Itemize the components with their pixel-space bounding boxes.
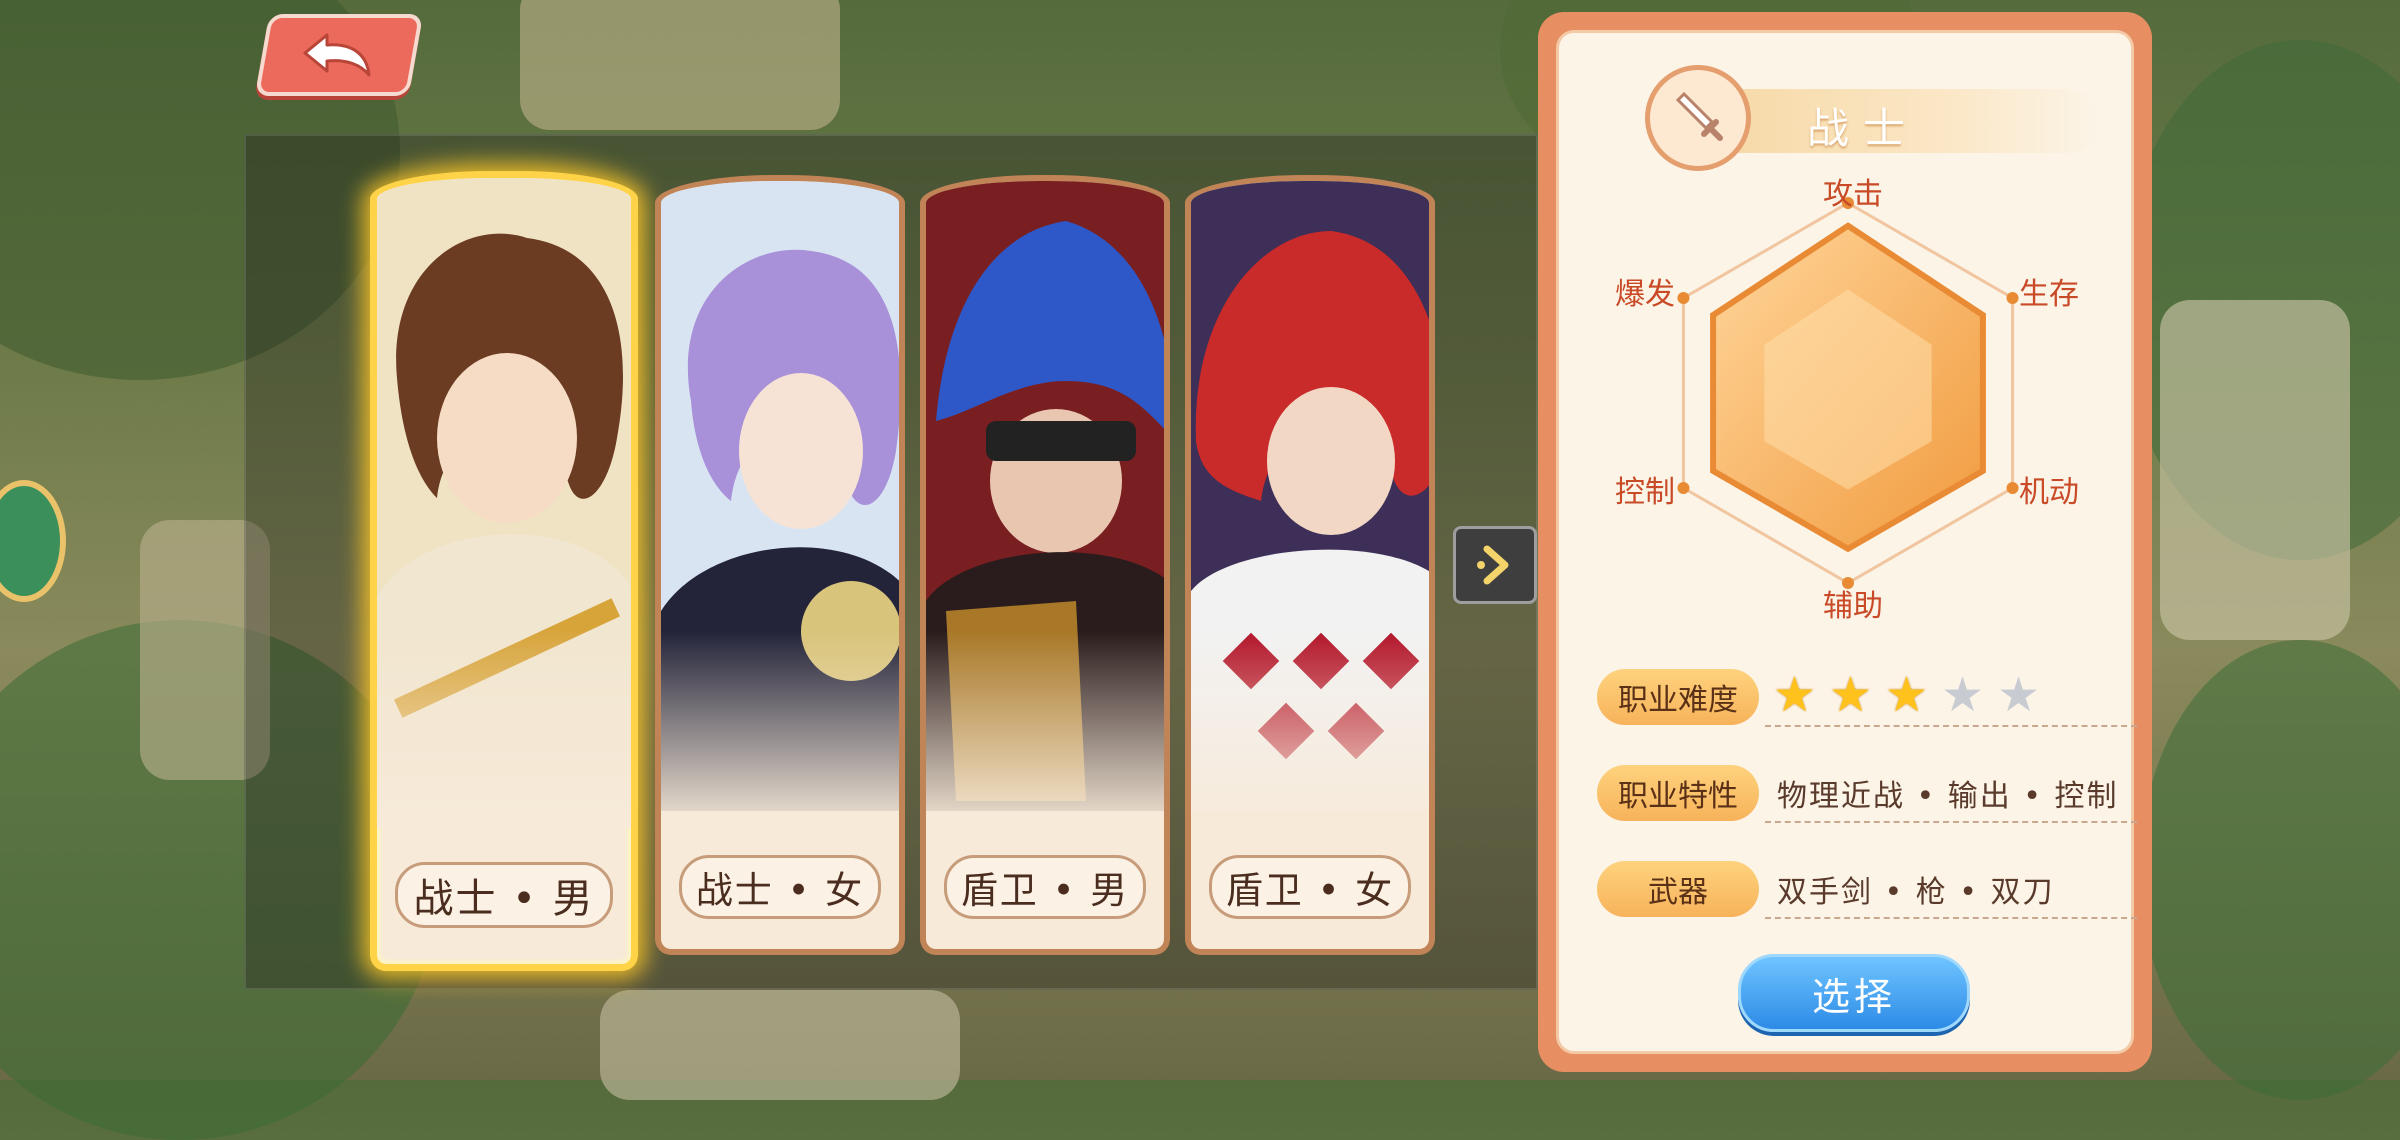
traits-value: 物理近战 • 输出 • 控制 [1777, 779, 2119, 814]
radar-vertex-dot [1677, 292, 1690, 304]
traits-label: 职业特性 [1597, 765, 1759, 821]
portrait-fade [661, 631, 899, 831]
character-label: 战士 • 女 [679, 855, 881, 919]
character-cards: 战士 • 男 战士 • 女 盾卫 • 男 盾卫 • 女 [370, 165, 1450, 985]
divider [1765, 917, 2137, 919]
class-icon [1645, 65, 1751, 171]
class-info-inner: 战士 攻击 生存 机动 辅助 控制 爆发 职业难度 ★★★★★ 职业特性 [1556, 30, 2137, 1054]
select-button[interactable]: 选择 [1738, 954, 1970, 1032]
back-arrow-icon [303, 33, 371, 77]
difficulty-label: 职业难度 [1597, 669, 1759, 725]
weapon-row: 武器 双手剑 • 枪 • 双刀 [1597, 861, 2137, 931]
radar-label-survival: 生存 [2019, 277, 2079, 312]
radar-vertex-dot [1677, 482, 1690, 494]
character-card-guardian-male[interactable]: 盾卫 • 男 [920, 175, 1170, 955]
radar-label-burst: 爆发 [1615, 277, 1675, 312]
ability-radar-chart [1677, 197, 2019, 589]
sword-icon [1675, 91, 1723, 141]
weapon-value: 双手剑 • 枪 • 双刀 [1777, 875, 2055, 910]
portrait-fade [926, 631, 1164, 831]
radar-label-support: 辅助 [1823, 589, 1883, 624]
portrait-fade [1191, 631, 1429, 831]
character-card-warrior-male[interactable]: 战士 • 男 [370, 171, 638, 971]
character-label: 盾卫 • 男 [944, 855, 1146, 919]
radar-vertex-dot [2006, 292, 2019, 304]
star-icon: ★ [1885, 667, 1929, 723]
character-label: 盾卫 • 女 [1209, 855, 1411, 919]
divider [1765, 821, 2137, 823]
radar-vertex-dot [2006, 482, 2019, 494]
divider [1765, 725, 2137, 727]
radar-label-attack: 攻击 [1823, 177, 1883, 212]
difficulty-row: 职业难度 ★ ★ ★ ★ ★ [1597, 667, 2137, 739]
back-button[interactable] [254, 14, 424, 96]
character-label: 战士 • 男 [395, 862, 613, 928]
character-card-warrior-female[interactable]: 战士 • 女 [655, 175, 905, 955]
star-icon: ★ [1829, 667, 1873, 723]
star-icon: ★ [1997, 667, 2041, 723]
radar-label-control: 控制 [1615, 475, 1675, 510]
next-page-button[interactable] [1453, 526, 1537, 604]
weapon-label: 武器 [1597, 861, 1759, 917]
character-card-guardian-female[interactable]: 盾卫 • 女 [1185, 175, 1435, 955]
class-info-panel: 战士 攻击 生存 机动 辅助 控制 爆发 职业难度 ★★★★★ 职业特性 [1538, 12, 2152, 1072]
radar-label-mobility: 机动 [2019, 475, 2079, 510]
star-icon: ★ [1941, 667, 1985, 723]
class-name: 战士 [1807, 104, 1920, 153]
chevron-right-icon [1477, 545, 1509, 585]
star-icon: ★ [1773, 667, 1817, 723]
traits-row: 职业特性 物理近战 • 输出 • 控制 [1597, 765, 2137, 835]
portrait-fade [377, 628, 631, 828]
